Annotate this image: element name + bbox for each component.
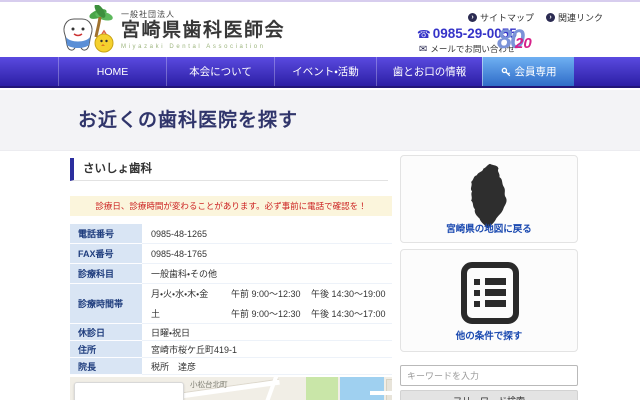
row-value: 宮崎市桜ケ丘町419-1 [142, 341, 392, 358]
hours-am: 午前 9:00〜12:30 [231, 287, 311, 300]
nav-item-about[interactable]: 本会について [166, 57, 274, 86]
freeword-search-button[interactable]: フリーワード検索 [400, 390, 578, 400]
row-label: 診療科目 [70, 264, 142, 284]
hours-pm: 午後 14:30〜19:00 [311, 287, 392, 300]
org-name-en: Miyazaki Dental Association [121, 44, 285, 50]
sitemap-link[interactable]: › サイトマップ [468, 11, 534, 24]
row-value: 月・火・水・木・金 午前 9:00〜12:30 午後 14:30〜19:00 土… [142, 284, 392, 324]
map-embed[interactable]: 小松台北町 [70, 377, 392, 400]
map-area-label: 小松台北町 [190, 379, 228, 390]
clinic-name-heading: さいしょ歯科 [70, 158, 388, 181]
table-row-phone: 電話番号 0985-48-1265 [70, 224, 392, 244]
map-water-area [340, 377, 384, 400]
row-label: 休診日 [70, 324, 142, 341]
key-icon [501, 67, 511, 77]
row-label: 院長 [70, 358, 142, 375]
hours-row-weekdays: 月・火・水・木・金 午前 9:00〜12:30 午後 14:30〜19:00 [142, 284, 392, 304]
miyazaki-prefecture-icon [460, 162, 520, 230]
nav-item-events[interactable]: イベント・活動 [274, 57, 376, 86]
row-label: 診療時間帯 [70, 284, 142, 324]
arrow-circle-icon: › [468, 13, 477, 22]
map-block [386, 379, 392, 400]
arrow-circle-icon: › [546, 13, 555, 22]
sitemap-link-label: サイトマップ [480, 11, 534, 24]
table-row-address: 住所 宮崎市桜ケ丘町419-1 [70, 341, 392, 358]
row-label: 電話番号 [70, 224, 142, 244]
table-row-fax: FAX番号 0985-48-1765 [70, 244, 392, 264]
row-value: 日曜・祝日 [142, 324, 392, 341]
back-to-prefecture-map-button[interactable]: 宮崎県の地図に戻る [400, 155, 578, 243]
nav-item-oral-info[interactable]: 歯とお口の情報 [376, 57, 482, 86]
mail-icon: ✉ [419, 44, 427, 55]
hours-days: 月・火・水・木・金 [151, 287, 231, 300]
page-title-band: お近くの歯科医院を探す [0, 90, 640, 151]
hours-row-saturday: 土 午前 9:00〜12:30 午後 14:30〜17:00 [142, 304, 392, 324]
table-row-director: 院長 税所 達彦 [70, 358, 392, 375]
org-name: 宮崎県歯科医師会 [121, 20, 285, 43]
hours-am: 午前 9:00〜12:30 [231, 307, 311, 320]
row-value: 税所 達彦 [142, 358, 392, 375]
8020-logo-20: 20 [515, 35, 532, 52]
table-row-subjects: 診療科目 一般歯科・その他 [70, 264, 392, 284]
8020-logo[interactable]: 8020 [497, 24, 532, 55]
phone-icon: ☎ [417, 29, 431, 41]
org-type-label: 一般社団法人 [121, 9, 285, 20]
related-links-link[interactable]: › 関連リンク [546, 11, 603, 24]
main-nav: HOME 本会について イベント・活動 歯とお口の情報 会員専用 [0, 57, 640, 88]
other-conditions-label: 他の条件で探す [401, 328, 577, 342]
hours-pm: 午後 14:30〜17:00 [311, 307, 392, 320]
utility-links: › サイトマップ › 関連リンク [468, 11, 603, 24]
row-label: 住所 [70, 341, 142, 358]
mascot-illustration [58, 5, 118, 56]
row-value: 一般歯科・その他 [142, 264, 392, 284]
row-label: FAX番号 [70, 244, 142, 264]
row-value: 0985-48-1765 [142, 244, 392, 264]
keyword-input[interactable] [400, 365, 578, 386]
page: 一般社団法人 宮崎県歯科医師会 Miyazaki Dental Associat… [0, 0, 640, 400]
nav-item-members[interactable]: 会員専用 [482, 57, 574, 86]
clinic-info-table: 電話番号 0985-48-1265 FAX番号 0985-48-1765 診療科… [70, 224, 392, 375]
hours-days: 土 [151, 307, 231, 320]
row-value: 0985-48-1265 [142, 224, 392, 244]
back-to-map-label: 宮崎県の地図に戻る [401, 221, 577, 235]
table-row-closed: 休診日 日曜・祝日 [70, 324, 392, 341]
site-logo[interactable]: 一般社団法人 宮崎県歯科医師会 Miyazaki Dental Associat… [121, 9, 285, 50]
search-other-conditions-button[interactable]: 他の条件で探す [400, 249, 578, 352]
nav-members-label: 会員専用 [515, 64, 557, 79]
map-info-window [74, 382, 184, 400]
page-title: お近くの歯科医院を探す [78, 105, 298, 132]
site-header: 一般社団法人 宮崎県歯科医師会 Miyazaki Dental Associat… [0, 2, 640, 57]
table-row-hours: 診療時間帯 月・火・水・木・金 午前 9:00〜12:30 午後 14:30〜1… [70, 284, 392, 324]
conditions-list-icon [460, 261, 520, 325]
nav-item-home[interactable]: HOME [58, 57, 166, 86]
map-park-area [306, 377, 338, 400]
map-road [370, 391, 392, 395]
clinic-notice: 診療日、診療時間が変わることがあります。必ず事前に電話で確認を！ [70, 196, 392, 216]
related-links-label: 関連リンク [558, 11, 603, 24]
